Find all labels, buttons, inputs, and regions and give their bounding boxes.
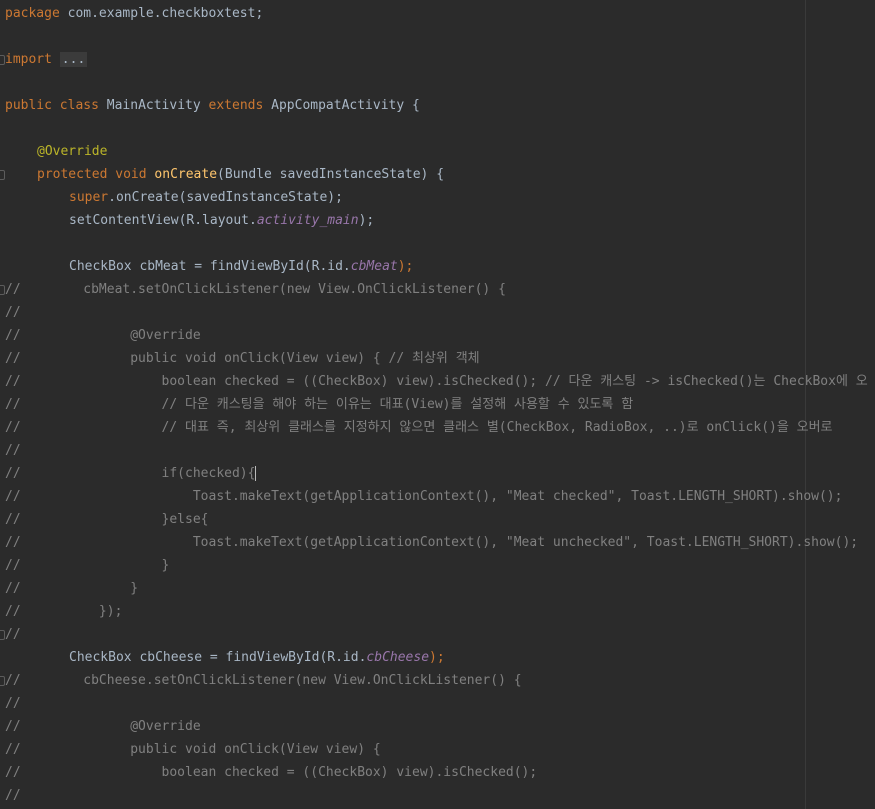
code-line-super[interactable]: super.onCreate(savedInstanceState); (69, 186, 343, 209)
fold-icon[interactable] (0, 170, 6, 180)
right-margin-guide (805, 0, 806, 809)
keyword-import: import (5, 52, 52, 67)
layout-field: activity_main (256, 213, 359, 228)
comment-line[interactable]: // @Override (5, 715, 201, 738)
method-name: onCreate (154, 167, 218, 182)
comment-line[interactable]: // (5, 623, 21, 646)
comment-line[interactable]: // @Override (5, 324, 201, 347)
method-params: (Bundle savedInstanceState) { (217, 167, 445, 182)
superclass: AppCompatActivity { (271, 98, 420, 113)
package-name: com.example.checkboxtest; (67, 6, 264, 21)
comment-line[interactable]: // (5, 784, 21, 807)
comment-line[interactable]: // cbCheese.setOnClickListener(new View.… (5, 669, 522, 692)
keyword-class: class (59, 98, 99, 113)
code-line-cbcheese[interactable]: CheckBox cbCheese = findViewById(R.id.cb… (69, 646, 445, 669)
comment-line[interactable]: // (5, 301, 21, 324)
comment-line[interactable]: // public void onClick(View view) { (5, 738, 381, 761)
keyword-extends: extends (208, 98, 264, 113)
keyword-package: package (5, 6, 60, 21)
comment-line[interactable]: // } (5, 554, 169, 577)
id-field-cbcheese: cbCheese (366, 650, 430, 665)
comment-line[interactable]: // public void onClick(View view) { // 최… (5, 347, 480, 370)
comment-line[interactable]: // } (5, 577, 138, 600)
comment-line[interactable]: // (5, 692, 21, 715)
class-name: MainActivity (106, 98, 201, 113)
cbmeat-pre: CheckBox cbMeat = findViewById(R.id. (69, 259, 351, 274)
folded-imports[interactable]: ... (59, 52, 88, 67)
keyword-void: void (115, 167, 147, 182)
comment-line[interactable]: // // 다운 캐스팅을 해야 하는 이유는 대표(View)를 설정해 사용… (5, 393, 633, 416)
cbcheese-pre: CheckBox cbCheese = findViewById(R.id. (69, 650, 367, 665)
comment-line[interactable]: // }else{ (5, 508, 209, 531)
code-line-setcontentview[interactable]: setContentView(R.layout.activity_main); (69, 209, 374, 232)
cbmeat-post: ); (397, 259, 414, 274)
comment-line[interactable]: // Toast.makeText(getApplicationContext(… (5, 485, 842, 508)
code-line-import[interactable]: import ... (5, 48, 88, 71)
code-line-package[interactable]: package com.example.checkboxtest; (5, 2, 263, 25)
id-field-cbmeat: cbMeat (350, 259, 398, 274)
code-line-cbmeat[interactable]: CheckBox cbMeat = findViewById(R.id.cbMe… (69, 255, 413, 278)
text-caret (255, 466, 257, 481)
keyword-protected: protected (37, 167, 108, 182)
comment-line[interactable]: // (5, 439, 21, 462)
comment-line[interactable]: // if(checked){ (5, 462, 257, 485)
comment-line[interactable]: // cbMeat.setOnClickListener(new View.On… (5, 278, 506, 301)
super-call: .onCreate(savedInstanceState); (108, 190, 343, 205)
comment-line[interactable]: // // 대표 즉, 최상위 클래스를 지정하지 않으면 클래스 별(Chec… (5, 416, 833, 439)
annotation-override: @Override (37, 144, 108, 159)
comment-line[interactable]: // Toast.makeText(getApplicationContext(… (5, 531, 858, 554)
comment-line[interactable]: // boolean checked = ((CheckBox) view).i… (5, 761, 537, 784)
cbcheese-post: ); (429, 650, 445, 665)
code-line-oncreate[interactable]: protected void onCreate(Bundle savedInst… (37, 163, 444, 186)
comment-line[interactable]: // boolean checked = ((CheckBox) view).i… (5, 370, 868, 393)
code-editor[interactable]: package com.example.checkboxtest; import… (0, 0, 875, 809)
code-line-class-decl[interactable]: public class MainActivity extends AppCom… (5, 94, 420, 117)
setcontentview-post: ); (358, 213, 375, 228)
keyword-public: public (5, 98, 52, 113)
comment-text: // if(checked){ (5, 466, 256, 481)
code-line-annotation[interactable]: @Override (37, 140, 107, 163)
keyword-super: super (69, 190, 109, 205)
setcontentview-pre: setContentView(R.layout. (69, 213, 257, 228)
comment-line[interactable]: // }); (5, 600, 122, 623)
